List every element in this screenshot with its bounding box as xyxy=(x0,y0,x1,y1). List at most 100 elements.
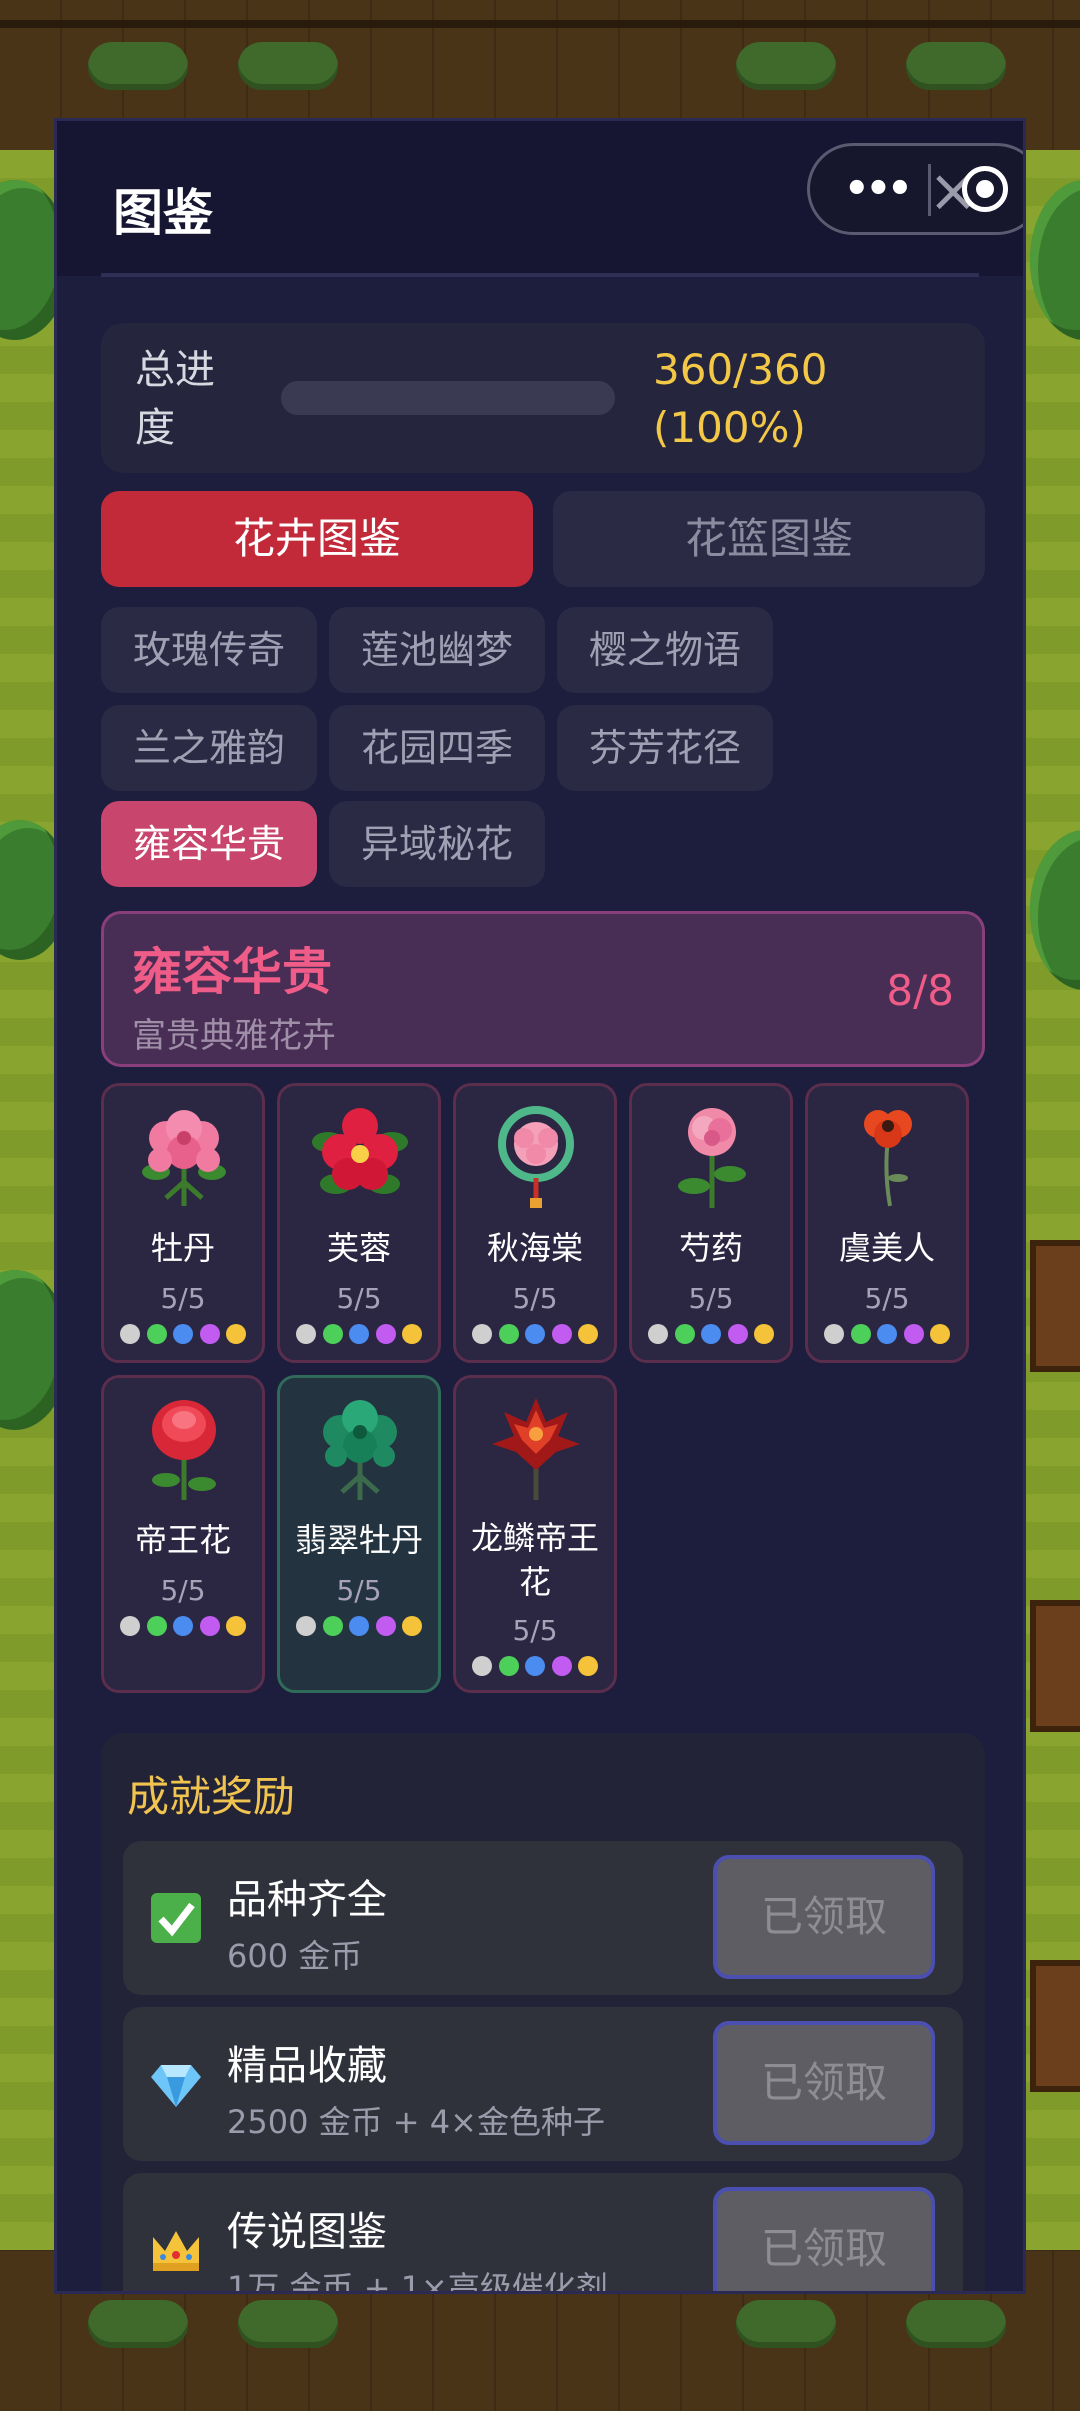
picture-frame xyxy=(1030,1600,1080,1732)
rarity-dot-purple xyxy=(727,1324,748,1344)
rarity-dot-blue xyxy=(877,1324,897,1344)
achievement-name: 精品收藏 xyxy=(227,2043,387,2089)
rarity-dot-green xyxy=(322,1324,343,1344)
rarity-dot-green xyxy=(322,1616,343,1636)
rarity-dot-gold xyxy=(754,1324,774,1344)
hibiscus-icon xyxy=(312,1108,408,1194)
rarity-dot-white xyxy=(120,1324,140,1344)
bush xyxy=(736,2300,836,2348)
category-chip-active[interactable]: 雍容华贵 xyxy=(101,801,317,887)
progress-value: 360/360 (100%) xyxy=(653,345,828,452)
progress-bar xyxy=(281,381,615,415)
progress-bar-fill xyxy=(281,381,615,415)
begonia-icon xyxy=(498,1106,574,1208)
flower-card[interactable]: 帝王花 5/5 xyxy=(101,1375,265,1693)
rarity-dot-gold xyxy=(930,1324,950,1344)
bush xyxy=(88,42,188,90)
achievement-row: 品种齐全 600 金币 已领取 xyxy=(123,1841,963,1995)
flower-name: 芙蓉 xyxy=(326,1229,391,1267)
diamond-icon xyxy=(151,2065,201,2107)
achievement-reward: 600 金币 xyxy=(227,1937,363,1975)
category-chip[interactable]: 兰之雅韵 xyxy=(101,705,317,791)
rarity-dot-blue xyxy=(173,1324,193,1344)
rarity-dots xyxy=(120,1616,246,1636)
flower-count: 5/5 xyxy=(512,1614,558,1647)
category-chip[interactable]: 玫瑰传奇 xyxy=(101,607,317,693)
flower-count: 5/5 xyxy=(688,1282,734,1315)
flower-card[interactable]: 翡翠牡丹 5/5 xyxy=(277,1375,441,1693)
category-chip[interactable]: 花园四季 xyxy=(329,705,545,791)
flower-card[interactable]: 芙蓉 5/5 xyxy=(277,1083,441,1363)
rarity-dot-purple xyxy=(375,1616,396,1636)
flower-name: 帝王花 xyxy=(134,1521,231,1559)
bush xyxy=(238,42,338,90)
rarity-dot-white xyxy=(648,1324,668,1344)
flower-count: 5/5 xyxy=(512,1282,558,1315)
herbaceous-peony-icon xyxy=(678,1108,746,1208)
category-chip[interactable]: 异域秘花 xyxy=(329,801,545,887)
rarity-dot-white xyxy=(824,1324,844,1344)
achievement-row: 传说图鉴 1万 金币 + 1×高级催化剂 已领取 xyxy=(123,2173,963,2291)
rarity-dot-blue xyxy=(173,1616,193,1636)
achievement-reward: 2500 金币 + 4×金色种子 xyxy=(227,2103,605,2141)
rarity-dot-gold xyxy=(402,1324,422,1344)
picture-frame xyxy=(1030,1240,1080,1372)
flower-count: 5/5 xyxy=(160,1282,206,1315)
flower-card[interactable]: 牡丹 5/5 xyxy=(101,1083,265,1363)
flower-card[interactable]: 虞美人 5/5 xyxy=(805,1083,969,1363)
claimed-button[interactable]: 已领取 xyxy=(713,2021,935,2145)
bush xyxy=(906,2300,1006,2348)
category-header: 雍容华贵 富贵典雅花卉 8/8 xyxy=(101,911,985,1067)
rarity-dot-gold xyxy=(402,1616,422,1636)
claimed-button[interactable]: 已领取 xyxy=(713,1855,935,1979)
rarity-dot-purple xyxy=(903,1324,924,1344)
protea-icon xyxy=(152,1400,216,1500)
category-subtitle: 富贵典雅花卉 xyxy=(132,1016,336,1056)
rarity-dot-white xyxy=(296,1616,316,1636)
total-progress-card: 总进度 360/360 (100%) xyxy=(101,323,985,473)
rarity-dot-blue xyxy=(525,1324,545,1344)
rarity-dot-gold xyxy=(226,1324,246,1344)
rarity-dot-green xyxy=(146,1616,167,1636)
category-chip[interactable]: 芬芳花径 xyxy=(557,705,773,791)
tab-basket-collection[interactable]: 花篮图鉴 xyxy=(553,491,985,587)
flower-count: 5/5 xyxy=(336,1282,382,1315)
rarity-dot-purple xyxy=(199,1324,220,1344)
rarity-dots xyxy=(648,1324,774,1344)
header-divider xyxy=(101,273,979,277)
achievement-row: 精品收藏 2500 金币 + 4×金色种子 已领取 xyxy=(123,2007,963,2161)
category-chip[interactable]: 莲池幽梦 xyxy=(329,607,545,693)
rarity-dots xyxy=(472,1656,598,1676)
grass-left xyxy=(0,150,60,2250)
flower-card[interactable]: 秋海棠 5/5 xyxy=(453,1083,617,1363)
rarity-dot-green xyxy=(498,1324,519,1344)
tab-flower-collection[interactable]: 花卉图鉴 xyxy=(101,491,533,587)
rarity-dots xyxy=(472,1324,598,1344)
dragon-protea-icon xyxy=(492,1398,580,1500)
peony-icon xyxy=(142,1110,226,1206)
modal-title: 图鉴 xyxy=(113,184,213,242)
rarity-dot-purple xyxy=(375,1324,396,1344)
more-menu-icon[interactable]: ••• xyxy=(844,164,913,214)
claimed-button[interactable]: 已领取 xyxy=(713,2187,935,2291)
flower-count: 5/5 xyxy=(336,1574,382,1607)
achievement-name: 品种齐全 xyxy=(227,1877,387,1923)
bush xyxy=(238,2300,338,2348)
rarity-dot-purple xyxy=(551,1324,572,1344)
rarity-dot-gold xyxy=(578,1324,598,1344)
flower-count: 5/5 xyxy=(864,1282,910,1315)
rarity-dot-green xyxy=(498,1656,519,1676)
exit-target-icon[interactable] xyxy=(962,166,1008,212)
flower-card[interactable]: 芍药 5/5 xyxy=(629,1083,793,1363)
category-chip[interactable]: 樱之物语 xyxy=(557,607,773,693)
flower-name: 牡丹 xyxy=(150,1229,215,1267)
rarity-dots xyxy=(824,1324,950,1344)
flower-count: 5/5 xyxy=(160,1574,206,1607)
crown-icon xyxy=(153,2231,199,2271)
rarity-dot-blue xyxy=(349,1616,369,1636)
bush xyxy=(736,42,836,90)
flower-card[interactable]: 龙鳞帝王花 5/5 xyxy=(453,1375,617,1693)
flower-name: 芍药 xyxy=(678,1229,743,1267)
bush xyxy=(88,2300,188,2348)
rarity-dot-gold xyxy=(578,1656,598,1676)
